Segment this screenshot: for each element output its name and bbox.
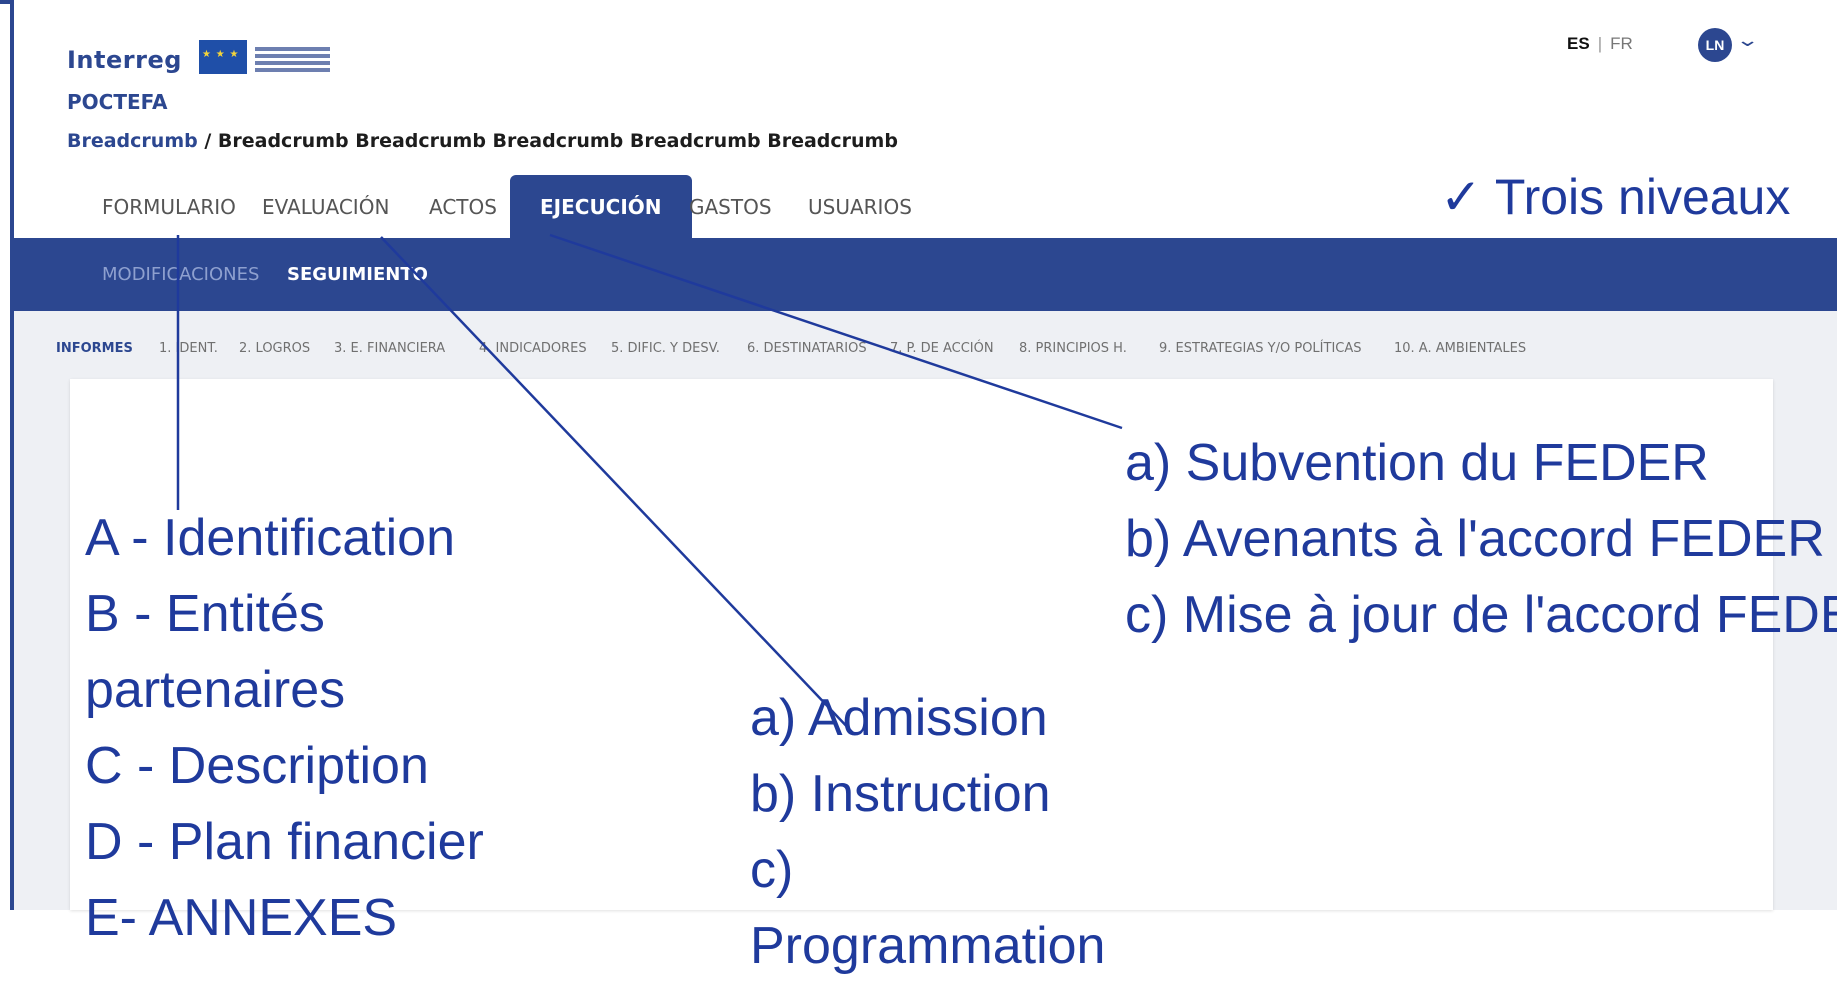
section-destinatarios[interactable]: 6. DESTINATARIOS [747,341,867,356]
tab-ejecucion[interactable]: EJECUCIÓN [510,175,692,238]
subtab-seguimiento[interactable]: SEGUIMIENTO [287,238,428,311]
tab-usuarios[interactable]: USUARIOS [808,175,912,238]
annotation-line: Programmation [750,917,1106,975]
section-dific-desv[interactable]: 5. DIFIC. Y DESV. [611,341,720,356]
lang-fr[interactable]: FR [1610,34,1633,53]
chevron-down-icon[interactable]: ⌄ [1735,30,1759,51]
annotation-line: A - Identification [85,509,455,567]
annotation-actos-list: a) Subvention du FEDER b) Avenants à l'a… [1125,425,1837,653]
annotation-line: D - Plan financier [85,813,484,871]
annotation-line: C - Description [85,737,429,795]
tab-gastos[interactable]: GASTOS [689,175,772,238]
sub-tabs: MODIFICACIONES SEGUIMIENTO [14,238,1837,311]
breadcrumb: Breadcrumb / Breadcrumb Breadcrumb Bread… [67,130,898,152]
annotation-line: c) Mise à jour de l'accord FEDER [1125,586,1837,644]
annotation-line: b) Instruction [750,765,1051,823]
section-principios[interactable]: 8. PRINCIPIOS H. [1019,341,1127,356]
section-plan-accion[interactable]: 7. P. DE ACCIÓN [890,341,994,356]
tab-actos[interactable]: ACTOS [429,175,497,238]
section-estrategias[interactable]: 9. ESTRATEGIAS Y/O POLÍTICAS [1159,341,1362,356]
tab-formulario[interactable]: FORMULARIO [102,175,236,238]
annotation-line: a) Admission [750,689,1048,747]
header: Interreg POCTEFA Breadcrumb / Breadcrumb… [14,0,1837,270]
user-avatar[interactable]: LN [1698,28,1732,62]
section-informes[interactable]: INFORMES [56,341,133,356]
annotation-formulario-list: A - Identification B - Entités partenair… [85,500,484,956]
lang-es[interactable]: ES [1567,34,1590,53]
tab-evaluacion[interactable]: EVALUACIÓN [262,175,389,238]
lang-separator: | [1597,34,1603,53]
breadcrumb-link[interactable]: Breadcrumb [67,130,198,152]
logo-poctefa-text: POCTEFA [67,90,168,114]
annotation-line: b) Avenants à l'accord FEDER [1125,510,1825,568]
annotation-line: partenaires [85,661,346,719]
annotation-line: c) [750,841,794,899]
language-switcher: ES | FR [1567,34,1633,54]
subtab-modificaciones[interactable]: MODIFICACIONES [102,238,259,311]
breadcrumb-current: Breadcrumb Breadcrumb Breadcrumb Breadcr… [217,130,898,152]
annotation-line: E- ANNEXES [85,889,398,947]
annotation-line: a) Subvention du FEDER [1125,434,1709,492]
section-e-financiera[interactable]: 3. E. FINANCIERA [334,341,445,356]
eu-flag-icon [199,40,247,74]
section-ident[interactable]: 1. IDENT. [159,341,218,356]
annotation-levels: ✓ Trois niveaux [1440,169,1791,225]
breadcrumb-separator: / [197,130,218,152]
section-logros[interactable]: 2. LOGROS [239,341,310,356]
logo-interreg-text: Interreg [67,46,182,74]
annotation-evaluacion-list: a) Admission b) Instruction c) Programma… [750,680,1105,984]
section-indicadores[interactable]: 4. INDICADORES [479,341,587,356]
annotation-line: B - Entités [85,585,325,643]
eu-cofunding-text [255,44,330,75]
section-ambientales[interactable]: 10. A. AMBIENTALES [1394,341,1526,356]
